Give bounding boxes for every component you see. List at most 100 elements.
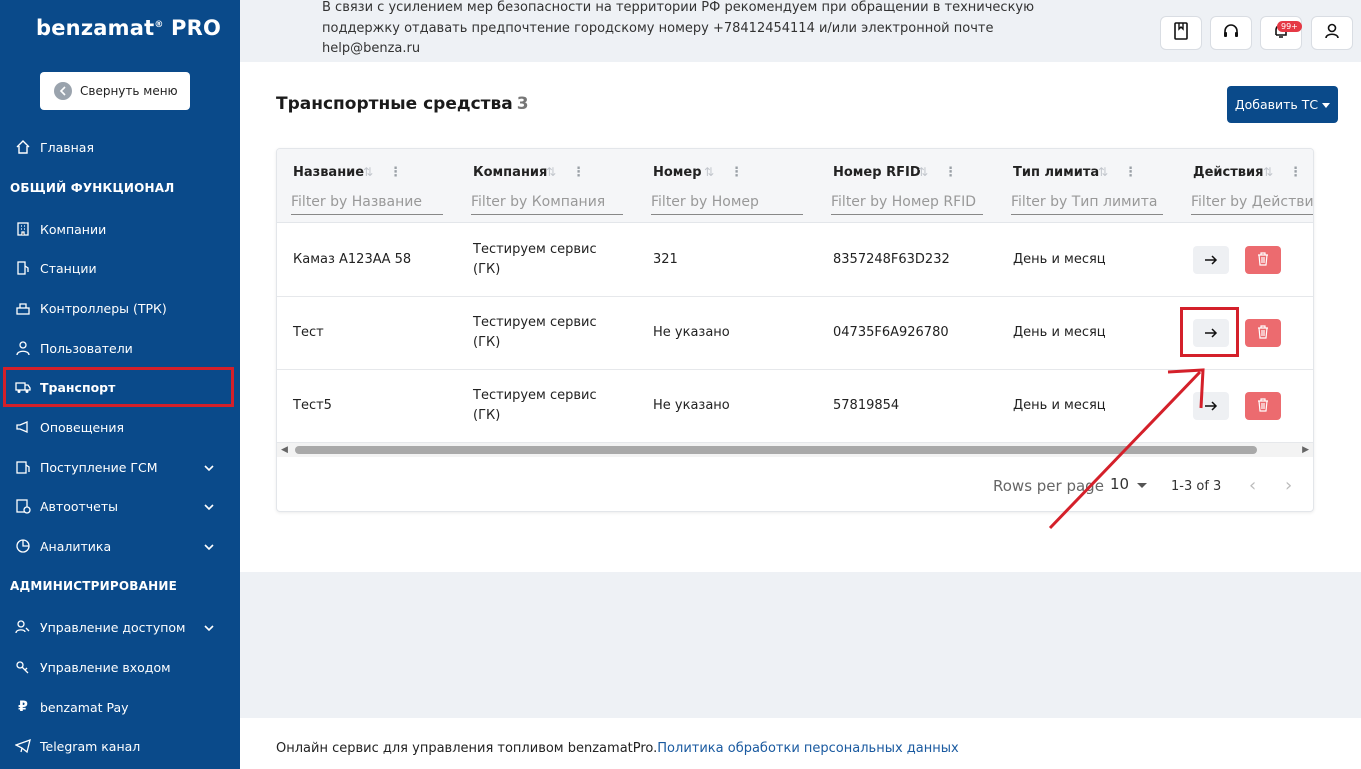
- access-icon: [14, 618, 32, 636]
- sidebar-item-label: Telegram канал: [40, 738, 141, 754]
- column-header-name[interactable]: Название: [293, 165, 364, 180]
- cell-name: Тест: [293, 325, 324, 340]
- home-icon: [14, 138, 32, 156]
- column-header-actions[interactable]: Действия: [1193, 165, 1263, 180]
- column-menu-icon[interactable]: ⋮: [389, 165, 402, 180]
- topbar: В связи с усилением мер безопасности на …: [240, 0, 1361, 62]
- add-vehicle-label: Добавить ТС: [1234, 97, 1319, 112]
- delete-vehicle-button[interactable]: [1245, 319, 1281, 347]
- controller-icon: [14, 299, 32, 317]
- analytics-icon: [14, 537, 32, 555]
- filter-limit-type-input[interactable]: [1011, 189, 1163, 215]
- sidebar-item-autoreports[interactable]: Автоотчеты: [0, 486, 240, 526]
- filter-name-input[interactable]: [291, 189, 443, 215]
- sort-icon[interactable]: ⇅: [918, 165, 928, 179]
- sidebar-item-analytics[interactable]: Аналитика: [0, 526, 240, 566]
- sidebar-item-benzamat-pay[interactable]: ₽ benzamat Pay: [0, 687, 240, 727]
- next-page-button[interactable]: ›: [1285, 475, 1292, 496]
- delete-vehicle-button[interactable]: [1245, 246, 1281, 274]
- brand-logo[interactable]: benzamat® PRO: [36, 16, 221, 40]
- column-menu-icon[interactable]: ⋮: [944, 165, 957, 180]
- open-vehicle-button[interactable]: [1193, 246, 1229, 274]
- privacy-policy-link[interactable]: Политика обработки персональных данных: [657, 741, 958, 756]
- arrow-right-icon: [1204, 251, 1218, 270]
- logo-reg-mark: ®: [154, 20, 164, 30]
- cell-rfid: 04735F6A926780: [833, 325, 949, 340]
- sort-icon[interactable]: ⇅: [1263, 165, 1273, 179]
- sort-icon[interactable]: ⇅: [1098, 165, 1108, 179]
- delete-vehicle-button[interactable]: [1245, 392, 1281, 420]
- support-button[interactable]: [1210, 16, 1252, 50]
- sidebar-item-label: Поступление ГСМ: [40, 459, 158, 475]
- notifications-button[interactable]: 99+: [1260, 16, 1302, 50]
- collapse-menu-button[interactable]: Свернуть меню: [40, 72, 190, 110]
- sidebar-item-access[interactable]: Управление доступом: [0, 607, 240, 647]
- megaphone-icon: [14, 418, 32, 436]
- chevron-left-icon: ‹: [1249, 475, 1257, 496]
- scroll-right-icon[interactable]: ▶: [1302, 445, 1309, 455]
- sidebar-item-controllers[interactable]: Контроллеры (ТРК): [0, 288, 240, 328]
- building-icon: [14, 220, 32, 238]
- company-line-1: Тестируем сервис: [473, 315, 597, 330]
- cell-name: Тест5: [293, 398, 332, 413]
- bookmark-icon: [1173, 22, 1189, 44]
- cell-limit-type: День и месяц: [1013, 252, 1106, 267]
- column-menu-icon[interactable]: ⋮: [730, 165, 743, 180]
- sidebar-item-label: Станции: [40, 260, 97, 276]
- prev-page-button[interactable]: ‹: [1249, 475, 1256, 496]
- filter-company-input[interactable]: [471, 189, 623, 215]
- column-header-number[interactable]: Номер: [653, 165, 702, 180]
- company-line-2: (ГК): [473, 408, 501, 423]
- column-menu-icon[interactable]: ⋮: [572, 165, 585, 180]
- sort-icon[interactable]: ⇅: [546, 165, 556, 179]
- column-header-rfid[interactable]: Номер RFID: [833, 165, 921, 180]
- sidebar-item-fuel-intake[interactable]: Поступление ГСМ: [0, 447, 240, 487]
- cell-name: Камаз А123АА 58: [293, 252, 412, 267]
- chevron-down-icon: [204, 621, 214, 636]
- sidebar-item-label: Автоотчеты: [40, 498, 119, 514]
- sidebar-item-telegram[interactable]: Telegram канал: [0, 726, 240, 766]
- filter-actions-input[interactable]: [1191, 189, 1313, 215]
- user-icon: [1323, 22, 1341, 44]
- column-menu-icon[interactable]: ⋮: [1289, 165, 1302, 180]
- cell-limit-type: День и месяц: [1013, 325, 1106, 340]
- sidebar-item-companies[interactable]: Компании: [0, 209, 240, 249]
- profile-button[interactable]: [1311, 16, 1353, 50]
- sort-icon[interactable]: ⇅: [363, 165, 373, 179]
- transport-highlight-box: [3, 367, 234, 407]
- sidebar-item-notifications[interactable]: Оповещения: [0, 407, 240, 447]
- sidebar-item-users[interactable]: Пользователи: [0, 328, 240, 368]
- collapse-menu-label: Свернуть меню: [80, 84, 178, 98]
- column-header-company[interactable]: Компания: [473, 165, 547, 180]
- table-row[interactable]: Камаз А123АА 58 Тестируем сервис (ГК) 321…: [277, 224, 1313, 297]
- sidebar-item-stations[interactable]: Станции: [0, 248, 240, 288]
- security-notice: В связи с усилением мер безопасности на …: [322, 0, 1035, 56]
- column-menu-icon[interactable]: ⋮: [1124, 165, 1137, 180]
- notifications-badge: 99+: [1277, 21, 1302, 32]
- column-header-limit-type[interactable]: Тип лимита: [1013, 165, 1099, 180]
- caret-down-icon: [1322, 97, 1331, 112]
- footer-description: Онлайн сервис для управления топливом be…: [276, 741, 658, 756]
- cell-number: Не указано: [653, 398, 730, 413]
- chevron-down-icon: [204, 500, 214, 515]
- company-line-2: (ГК): [473, 335, 501, 350]
- company-line-1: Тестируем сервис: [473, 242, 597, 257]
- company-line-2: (ГК): [473, 262, 501, 277]
- cell-company: Тестируем сервис (ГК): [473, 313, 597, 353]
- bookmark-button[interactable]: [1160, 16, 1202, 50]
- sort-icon[interactable]: ⇅: [704, 165, 714, 179]
- filter-number-input[interactable]: [651, 189, 803, 215]
- annotation-arrow: [1048, 368, 1205, 530]
- headset-icon: [1222, 22, 1240, 44]
- sidebar-item-login[interactable]: Управление входом: [0, 647, 240, 687]
- fuel-intake-icon: [14, 458, 32, 476]
- sidebar-item-home[interactable]: Главная: [0, 127, 240, 167]
- sidebar-item-label: Управление доступом: [40, 619, 186, 635]
- trash-icon: [1257, 251, 1269, 270]
- trash-icon: [1257, 324, 1269, 343]
- add-vehicle-button[interactable]: Добавить ТС: [1227, 86, 1338, 123]
- scroll-left-icon[interactable]: ◀: [281, 445, 288, 455]
- sidebar-item-label: Контроллеры (ТРК): [40, 300, 167, 316]
- filter-rfid-input[interactable]: [831, 189, 983, 215]
- trash-icon: [1257, 397, 1269, 416]
